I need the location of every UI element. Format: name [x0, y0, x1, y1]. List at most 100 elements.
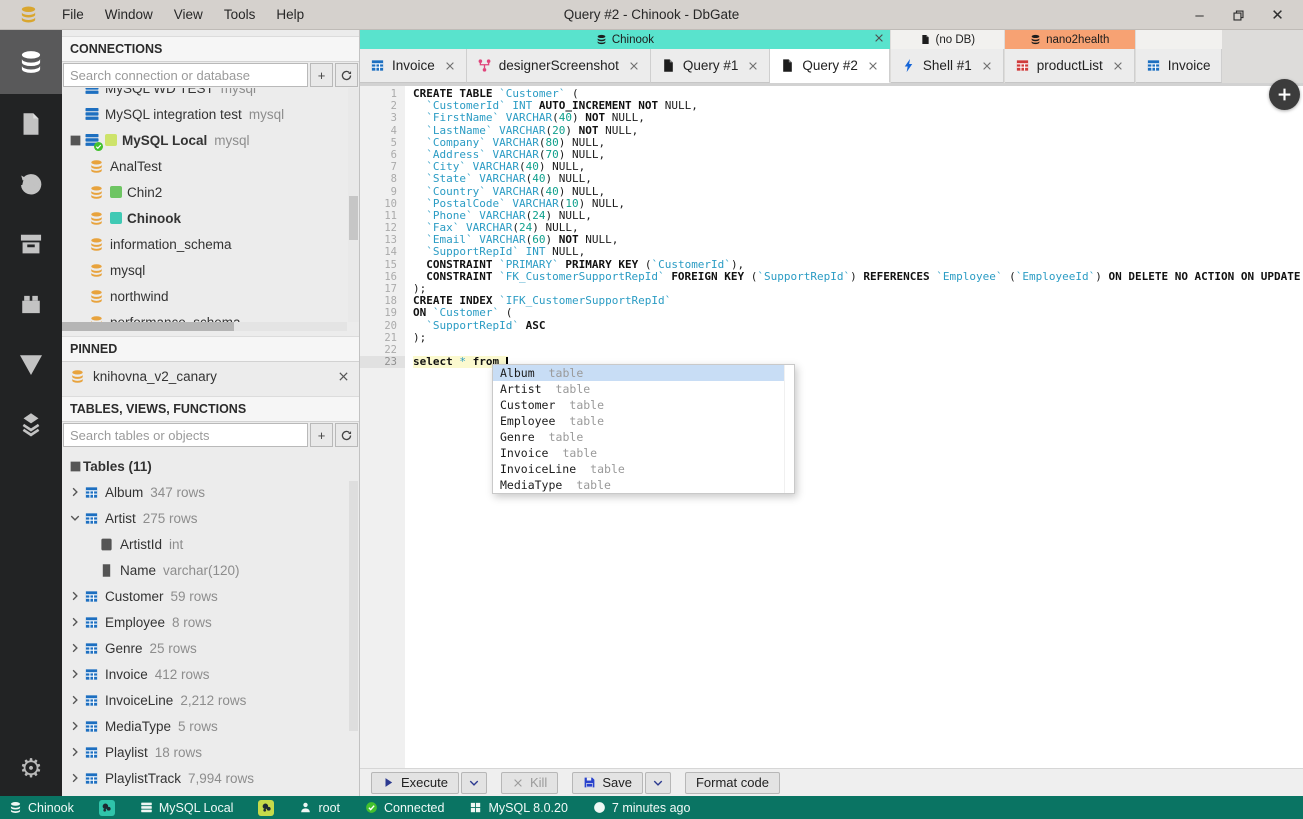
table-item-employee[interactable]: Employee 8 rows — [62, 609, 359, 635]
tab-invoice[interactable]: Invoice — [1135, 49, 1222, 83]
activity-query-designer[interactable] — [0, 334, 62, 394]
pinned-item-knihovna_v2_canary[interactable]: knihovna_v2_canary — [62, 362, 359, 391]
sql-editor[interactable]: 1 2 3 4 5 6 7 8 9 10 11 12 13 14 15 16 17 18 19 20 21 22 23 CR… — [360, 83, 1303, 768]
save-dropdown-button[interactable] — [644, 771, 671, 794]
activity-archive[interactable] — [0, 214, 62, 274]
status-connected[interactable]: Connected — [365, 801, 444, 815]
activity-files[interactable] — [0, 94, 62, 154]
tab-productlist[interactable]: productList — [1004, 49, 1135, 83]
column-item-artistid[interactable]: ArtistId int — [62, 531, 359, 557]
tab-query-2[interactable]: Query #2 — [770, 49, 890, 83]
status-root[interactable]: root — [299, 801, 340, 815]
connection-item-mysql-integration-test[interactable]: MySQL integration test mysql — [62, 101, 359, 127]
close-tab-icon[interactable] — [747, 60, 759, 72]
close-tab-icon[interactable] — [1112, 60, 1124, 72]
add-table-button[interactable]: + — [310, 423, 333, 447]
database-item-chin2[interactable]: Chin2 — [62, 179, 359, 205]
table-item-mediatype[interactable]: MediaType 5 rows — [62, 713, 359, 739]
status-chinook[interactable]: Chinook — [9, 801, 74, 815]
autocomplete-item-invoice[interactable]: Invoice table — [493, 445, 784, 461]
minus-box-icon[interactable] — [67, 134, 83, 147]
autocomplete-item-invoiceline[interactable]: InvoiceLine table — [493, 461, 784, 477]
autocomplete-scrollbar[interactable] — [784, 365, 794, 493]
tab-invoice[interactable]: Invoice — [360, 49, 467, 83]
tab-query-1[interactable]: Query #1 — [650, 49, 771, 83]
status-mysql-8-0-20[interactable]: MySQL 8.0.20 — [469, 801, 568, 815]
activity-cells[interactable] — [0, 394, 62, 454]
database-item-chinook[interactable]: Chinook — [62, 205, 359, 231]
chevron-right-icon[interactable] — [67, 590, 83, 602]
status-mysql-local[interactable]: MySQL Local — [140, 801, 233, 815]
execute-dropdown-button[interactable] — [460, 771, 487, 794]
close-tab-icon[interactable] — [444, 60, 456, 72]
format-code-button[interactable]: Format code — [684, 771, 780, 794]
table-item-playlisttrack[interactable]: PlaylistTrack 7,994 rows — [62, 765, 359, 791]
autocomplete-item-employee[interactable]: Employee table — [493, 413, 784, 429]
connections-search-input[interactable] — [63, 63, 308, 87]
connections-vertical-scrollbar[interactable] — [348, 88, 359, 322]
chevron-right-icon[interactable] — [67, 772, 83, 784]
chevron-right-icon[interactable] — [67, 486, 83, 498]
database-item-analtest[interactable]: AnalTest — [62, 153, 359, 179]
tab-designerscreenshot[interactable]: designerScreenshot — [466, 49, 651, 83]
menu-file[interactable]: File — [62, 7, 84, 22]
tab-group-header[interactable] — [1135, 30, 1222, 49]
autocomplete-item-mediatype[interactable]: MediaType table — [493, 477, 784, 493]
add-connection-button[interactable]: + — [310, 63, 333, 87]
minus-box-icon[interactable] — [67, 460, 83, 473]
tab-group-header[interactable]: (no DB) — [890, 30, 1004, 49]
table-item-invoiceline[interactable]: InvoiceLine 2,212 rows — [62, 687, 359, 713]
settings-button[interactable]: ⚙ — [19, 756, 42, 782]
chevron-right-icon[interactable] — [67, 694, 83, 706]
chevron-right-icon[interactable] — [67, 616, 83, 628]
refresh-connections-button[interactable] — [335, 63, 358, 87]
tables-group-header[interactable]: Tables (11) — [62, 453, 359, 479]
chevron-down-icon[interactable] — [67, 512, 83, 524]
connection-item-mysql-wd-test[interactable]: MySQL WD TEST mysql — [62, 88, 359, 101]
status-7-minutes-ago[interactable]: 7 minutes ago — [593, 801, 690, 815]
table-item-album[interactable]: Album 347 rows — [62, 479, 359, 505]
menu-tools[interactable]: Tools — [224, 7, 256, 22]
chevron-right-icon[interactable] — [67, 720, 83, 732]
close-button[interactable]: ✕ — [1258, 0, 1297, 30]
tab-shell-1[interactable]: Shell #1 — [890, 49, 1004, 83]
activity-history[interactable] — [0, 154, 62, 214]
tables-vertical-scrollbar[interactable] — [349, 481, 358, 731]
activity-plugins[interactable] — [0, 274, 62, 334]
unpin-close-icon[interactable] — [337, 370, 350, 383]
close-tab-icon[interactable] — [628, 60, 640, 72]
database-item-information-schema[interactable]: information_schema — [62, 231, 359, 257]
tab-group-header[interactable]: Chinook — [360, 30, 890, 49]
database-item-mysql[interactable]: mysql — [62, 257, 359, 283]
chevron-right-icon[interactable] — [67, 668, 83, 680]
close-group-icon[interactable] — [873, 32, 885, 44]
tables-search-input[interactable] — [63, 423, 308, 447]
table-item-artist[interactable]: Artist 275 rows — [62, 505, 359, 531]
execute-button[interactable]: Execute — [371, 771, 459, 794]
table-item-invoice[interactable]: Invoice 412 rows — [62, 661, 359, 687]
close-tab-icon[interactable] — [981, 60, 993, 72]
status-color-badge[interactable] — [258, 799, 275, 816]
connections-horizontal-scrollbar[interactable] — [62, 322, 347, 331]
tab-group-header[interactable]: nano2health — [1004, 30, 1135, 49]
new-tab-button[interactable] — [1269, 79, 1300, 110]
minimize-button[interactable]: – — [1180, 0, 1219, 30]
autocomplete-item-album[interactable]: Album table — [493, 365, 784, 381]
kill-button[interactable]: Kill — [500, 771, 559, 794]
table-item-playlist[interactable]: Playlist 18 rows — [62, 739, 359, 765]
status-color-badge[interactable] — [98, 799, 115, 816]
autocomplete-item-genre[interactable]: Genre table — [493, 429, 784, 445]
table-item-genre[interactable]: Genre 25 rows — [62, 635, 359, 661]
restore-button[interactable] — [1219, 0, 1258, 30]
save-button[interactable]: Save — [572, 771, 643, 794]
menu-help[interactable]: Help — [276, 7, 304, 22]
autocomplete-item-customer[interactable]: Customer table — [493, 397, 784, 413]
activity-connections[interactable] — [0, 30, 62, 94]
autocomplete-item-artist[interactable]: Artist table — [493, 381, 784, 397]
refresh-tables-button[interactable] — [335, 423, 358, 447]
menu-window[interactable]: Window — [105, 7, 153, 22]
chevron-right-icon[interactable] — [67, 642, 83, 654]
table-item-customer[interactable]: Customer 59 rows — [62, 583, 359, 609]
connection-item-mysql-local[interactable]: MySQL Local mysql — [62, 127, 359, 153]
close-tab-icon[interactable] — [867, 60, 879, 72]
